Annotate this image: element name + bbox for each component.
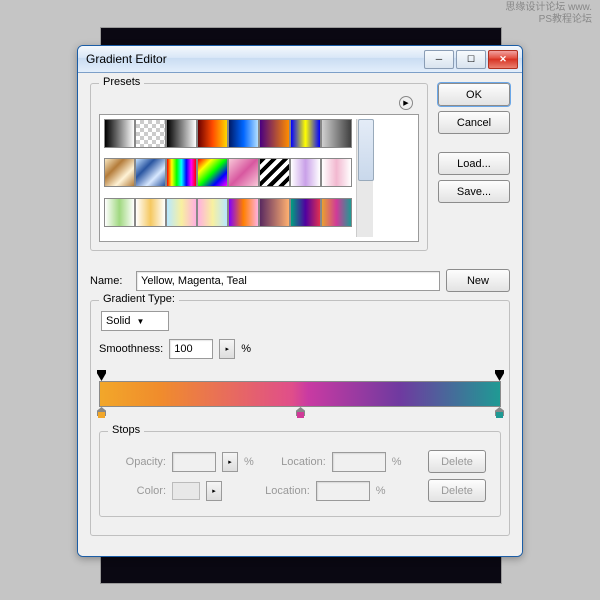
name-input[interactable] bbox=[136, 271, 440, 291]
load-button[interactable]: Load... bbox=[438, 152, 510, 175]
preset-swatch[interactable] bbox=[259, 119, 290, 148]
presets-menu-icon[interactable]: ▶ bbox=[399, 96, 413, 110]
opacity-stop[interactable] bbox=[495, 370, 504, 381]
delete-opacity-stop-button: Delete bbox=[428, 450, 486, 473]
preset-swatch[interactable] bbox=[135, 198, 166, 227]
preset-swatch[interactable] bbox=[166, 158, 197, 187]
preset-swatch[interactable] bbox=[135, 158, 166, 187]
preset-swatch[interactable] bbox=[259, 198, 290, 227]
preset-swatch[interactable] bbox=[166, 198, 197, 227]
name-label: Name: bbox=[90, 275, 130, 287]
opacity-input bbox=[172, 452, 216, 472]
preset-swatch[interactable] bbox=[104, 198, 135, 227]
watermark: 思缘设计论坛 www.PS教程论坛 bbox=[505, 2, 592, 26]
opacity-stepper: ▸ bbox=[222, 452, 238, 472]
stops-label: Stops bbox=[108, 424, 144, 436]
preset-swatch[interactable] bbox=[197, 158, 228, 187]
ok-button[interactable]: OK bbox=[438, 83, 510, 106]
color-location-input bbox=[316, 481, 370, 501]
titlebar[interactable]: Gradient Editor ─ ☐ ✕ bbox=[78, 46, 522, 73]
location-label: Location: bbox=[274, 456, 326, 468]
smoothness-input[interactable] bbox=[169, 339, 213, 359]
new-button[interactable]: New bbox=[446, 269, 510, 292]
gradient-type-label: Gradient Type: bbox=[99, 293, 179, 305]
preset-swatch[interactable] bbox=[228, 119, 259, 148]
close-button[interactable]: ✕ bbox=[488, 50, 518, 69]
save-button[interactable]: Save... bbox=[438, 180, 510, 203]
preset-swatch[interactable] bbox=[166, 119, 197, 148]
gradient-editor-dialog: Gradient Editor ─ ☐ ✕ Presets ▶ bbox=[77, 45, 523, 557]
presets-grid bbox=[99, 114, 419, 242]
gradient-type-select[interactable]: Solid▼ bbox=[101, 311, 169, 331]
presets-scrollbar[interactable] bbox=[356, 119, 373, 237]
color-stop[interactable] bbox=[97, 407, 106, 418]
smoothness-label: Smoothness: bbox=[99, 343, 163, 355]
minimize-button[interactable]: ─ bbox=[424, 50, 454, 69]
chevron-down-icon: ▼ bbox=[136, 317, 144, 326]
preset-swatch[interactable] bbox=[135, 119, 166, 148]
maximize-button[interactable]: ☐ bbox=[456, 50, 486, 69]
color-stops-track[interactable] bbox=[101, 407, 499, 421]
opacity-location-input bbox=[332, 452, 386, 472]
location-label: Location: bbox=[258, 485, 310, 497]
color-swatch bbox=[172, 482, 200, 500]
opacity-label: Opacity: bbox=[114, 456, 166, 468]
preset-swatch[interactable] bbox=[290, 119, 321, 148]
color-label: Color: bbox=[114, 485, 166, 497]
preset-swatch[interactable] bbox=[104, 158, 135, 187]
color-picker-icon: ▸ bbox=[206, 481, 222, 501]
preset-swatch[interactable] bbox=[104, 119, 135, 148]
preset-swatch[interactable] bbox=[321, 119, 352, 148]
preset-swatch[interactable] bbox=[197, 198, 228, 227]
smoothness-stepper[interactable]: ▸ bbox=[219, 339, 235, 359]
color-stop[interactable] bbox=[495, 407, 504, 418]
color-stop[interactable] bbox=[296, 407, 305, 418]
preset-swatch[interactable] bbox=[321, 198, 352, 227]
preset-swatch[interactable] bbox=[228, 158, 259, 187]
delete-color-stop-button: Delete bbox=[428, 479, 486, 502]
preset-swatch[interactable] bbox=[290, 198, 321, 227]
presets-label: Presets bbox=[99, 76, 144, 88]
window-title: Gradient Editor bbox=[86, 52, 424, 66]
opacity-stops-track[interactable] bbox=[101, 367, 499, 381]
preset-swatch[interactable] bbox=[228, 198, 259, 227]
preset-swatch[interactable] bbox=[321, 158, 352, 187]
gradient-bar[interactable] bbox=[99, 381, 501, 407]
preset-swatch[interactable] bbox=[290, 158, 321, 187]
opacity-stop[interactable] bbox=[97, 370, 106, 381]
cancel-button[interactable]: Cancel bbox=[438, 111, 510, 134]
preset-swatch[interactable] bbox=[259, 158, 290, 187]
preset-swatch[interactable] bbox=[197, 119, 228, 148]
